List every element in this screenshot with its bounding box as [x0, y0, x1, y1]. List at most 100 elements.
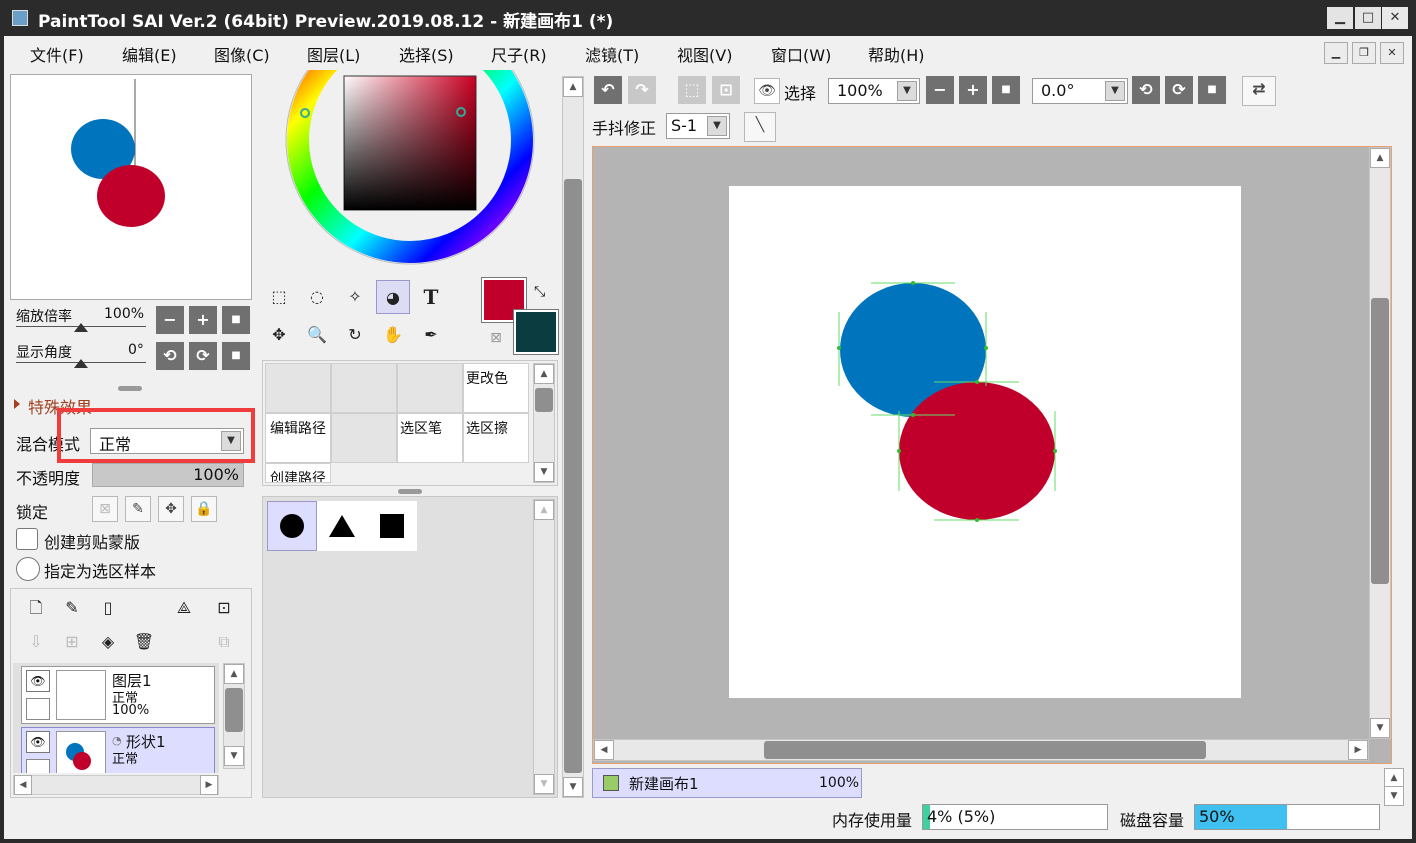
scroll-down-icon[interactable]: ▼ [563, 777, 583, 797]
scroll-down-icon[interactable]: ▼ [534, 462, 554, 482]
scroll-thumb[interactable] [764, 741, 1206, 759]
canvas-zoom-select[interactable]: 100% ▼ [828, 78, 920, 104]
menu-ruler[interactable]: 尺子(R) [491, 42, 547, 66]
menu-edit[interactable]: 编辑(E) [122, 42, 177, 66]
tool-grid-scrollbar[interactable]: ▲ ▼ [533, 363, 555, 483]
maximize-button[interactable]: □ [1355, 7, 1381, 29]
hand-icon[interactable]: ✋ [376, 318, 410, 352]
trash-icon[interactable]: 🗑 [127, 625, 161, 659]
scroll-right-icon[interactable]: ▶ [1348, 740, 1368, 760]
lock-transparency-icon[interactable]: ⊠ [92, 496, 118, 522]
canvas-angle-select[interactable]: 0.0° ▼ [1032, 78, 1128, 104]
eye-icon[interactable]: 👁 [754, 78, 780, 104]
ellipse-shape-option[interactable] [267, 501, 317, 551]
move-icon[interactable]: ✥ [262, 318, 296, 352]
color-wheel[interactable] [262, 70, 558, 270]
layer-mask-icon[interactable]: ⊡ [207, 591, 241, 625]
tool-change-color[interactable]: 更改色 [463, 363, 529, 413]
zoom-in-button[interactable]: + [189, 306, 217, 334]
doc-restore-button[interactable]: ❐ [1352, 42, 1376, 64]
shape-tool-icon[interactable]: ◕ [376, 280, 410, 314]
scroll-thumb[interactable] [535, 388, 553, 412]
tool-selection-eraser[interactable]: 选区擦 [463, 413, 529, 463]
flip-horizontal-icon[interactable]: ⇄ [1242, 76, 1276, 106]
panel-splitter[interactable] [398, 489, 422, 494]
canvas-rotate-right-button[interactable]: ⟳ [1165, 76, 1193, 104]
new-linework-layer-icon[interactable]: ✎ [55, 591, 89, 625]
scroll-left-icon[interactable]: ◀ [594, 740, 614, 760]
rotate-tool-icon[interactable]: ↻ [338, 318, 372, 352]
eyedropper-icon[interactable]: ✒ [414, 318, 448, 352]
eye-icon[interactable]: 👁 [26, 670, 50, 692]
canvas-zoom-in-button[interactable]: + [959, 76, 987, 104]
stabilizer-select[interactable]: S-1 ▼ [666, 113, 730, 139]
tool-edit-path[interactable]: 编辑路径 [265, 413, 331, 463]
menu-filter[interactable]: 滤镜(T) [585, 42, 639, 66]
rotate-reset-button[interactable]: ■ [222, 342, 250, 370]
scroll-thumb[interactable] [225, 688, 243, 732]
menu-layer[interactable]: 图层(L) [307, 42, 360, 66]
undo-button[interactable]: ↶ [594, 76, 622, 104]
scroll-up-icon[interactable]: ▲ [1384, 768, 1404, 788]
layer-scrollbar[interactable]: ▲ ▼ [223, 663, 245, 769]
clip-mask-checkbox[interactable] [16, 528, 38, 550]
selection-sample-checkbox[interactable] [16, 557, 40, 581]
scroll-up-icon[interactable]: ▲ [534, 364, 554, 384]
chevron-down-icon[interactable]: ▼ [1105, 81, 1125, 101]
canvas-vscrollbar[interactable]: ▲ ▼ [1369, 147, 1391, 739]
layer-item[interactable]: 👁 图层1 正常 100% [21, 666, 215, 724]
secondary-color-swatch[interactable] [513, 309, 559, 355]
text-tool-icon[interactable]: T [414, 280, 448, 314]
rectangle-shape-option[interactable] [367, 501, 417, 551]
menu-window[interactable]: 窗口(W) [771, 42, 831, 66]
canvas-tab[interactable]: 新建画布1 100% [592, 768, 862, 798]
lasso-icon[interactable]: ◌ [300, 280, 334, 314]
doc-close-button[interactable]: ✕ [1380, 42, 1404, 64]
menu-file[interactable]: 文件(F) [30, 42, 84, 66]
menu-view[interactable]: 视图(V) [677, 42, 732, 66]
scroll-up-icon[interactable]: ▲ [224, 664, 244, 684]
lock-all-icon[interactable]: 🔒 [191, 496, 217, 522]
swap-colors-icon[interactable]: ⤡ [534, 284, 545, 300]
scroll-down-icon[interactable]: ▼ [224, 746, 244, 766]
minimize-button[interactable]: ▁ [1327, 7, 1353, 29]
chevron-down-icon[interactable]: ▼ [707, 116, 727, 136]
zoom-out-button[interactable]: − [156, 306, 184, 334]
transparent-color-icon[interactable]: ⊠ [486, 330, 506, 350]
scroll-right-icon[interactable]: ▶ [200, 775, 218, 795]
canvas-zoom-out-button[interactable]: − [926, 76, 954, 104]
layer-hscrollbar[interactable]: ◀ ▶ [13, 775, 219, 795]
menu-help[interactable]: 帮助(H) [868, 42, 925, 66]
zoom-slider-handle[interactable] [74, 323, 88, 332]
new-layer-icon[interactable]: 🗋 [19, 591, 53, 625]
magic-wand-icon[interactable]: ✧ [338, 280, 372, 314]
lock-move-icon[interactable]: ✥ [158, 496, 184, 522]
clear-layer-icon[interactable]: ◈ [91, 625, 125, 659]
lock-paint-icon[interactable]: ✎ [125, 496, 151, 522]
stroke-line-icon[interactable]: ╲ [744, 112, 776, 142]
navigator-preview[interactable] [11, 75, 251, 299]
canvas-zoom-reset-button[interactable]: ■ [992, 76, 1020, 104]
layer-lock-box[interactable] [26, 698, 50, 720]
zoom-tool-icon[interactable]: 🔍 [300, 318, 334, 352]
scroll-down-icon[interactable]: ▼ [1370, 718, 1390, 738]
new-shape-layer-icon[interactable]: ⟁ [167, 591, 201, 625]
canvas-rotate-reset-button[interactable]: ■ [1198, 76, 1226, 104]
rotate-left-button[interactable]: ⟲ [156, 342, 184, 370]
scroll-up-icon[interactable]: ▲ [1370, 148, 1390, 168]
rotate-right-button[interactable]: ⟳ [189, 342, 217, 370]
shape-options-scrollbar[interactable]: ▲ ▼ [533, 499, 555, 795]
tool-selection-pen[interactable]: 选区笔 [397, 413, 463, 463]
collapse-triangle-icon[interactable] [14, 399, 20, 409]
panel-scrollbar[interactable]: ▲ ▼ [562, 76, 584, 798]
new-folder-icon[interactable]: ▯ [91, 591, 125, 625]
canvas-hscrollbar[interactable]: ◀ ▶ [593, 739, 1369, 761]
menu-select[interactable]: 选择(S) [399, 42, 454, 66]
close-button[interactable]: ✕ [1382, 7, 1408, 29]
opacity-slider[interactable]: 100% [92, 463, 244, 487]
eye-icon[interactable]: 👁 [26, 731, 50, 753]
rect-select-icon[interactable]: ⬚ [262, 280, 296, 314]
angle-slider-handle[interactable] [74, 359, 88, 368]
scroll-left-icon[interactable]: ◀ [14, 775, 32, 795]
layer-item[interactable]: 👁 ◔ 形状1 正常 [21, 727, 215, 773]
